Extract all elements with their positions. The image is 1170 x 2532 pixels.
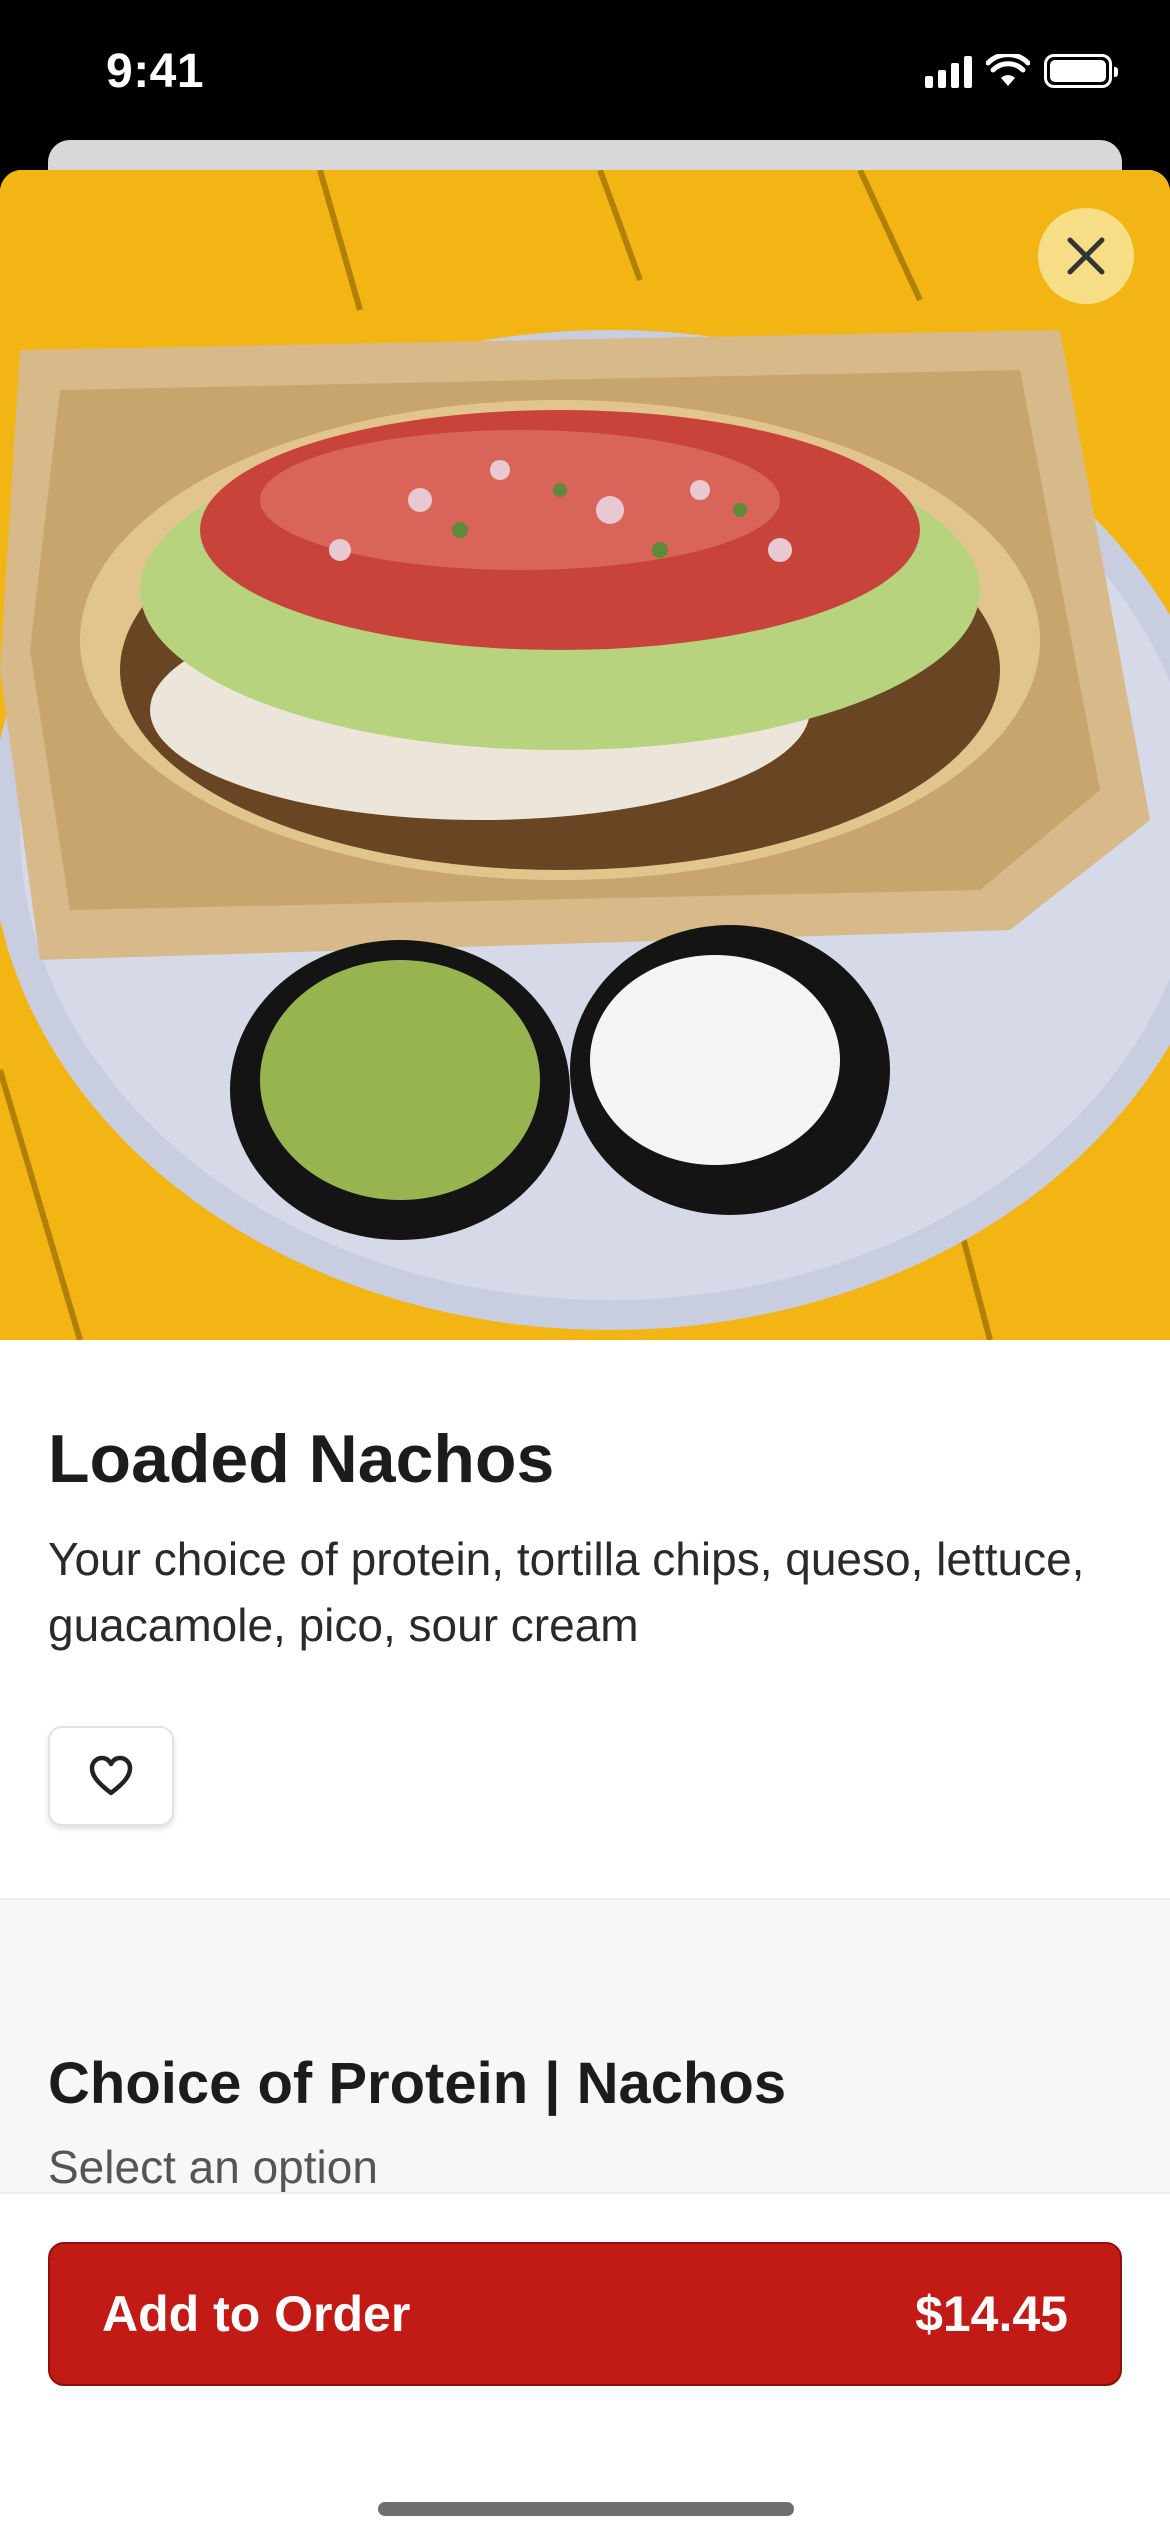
nachos-photo	[0, 170, 1170, 1340]
status-time: 9:41	[106, 45, 205, 98]
add-to-order-label: Add to Order	[102, 2286, 411, 2342]
status-icons	[925, 54, 1118, 88]
item-photo	[0, 170, 1170, 1340]
close-button[interactable]	[1038, 208, 1134, 304]
section-subtitle: Select an option	[48, 2141, 378, 2193]
favorite-button[interactable]	[48, 1726, 174, 1826]
home-indicator	[378, 2502, 794, 2516]
item-description: Your choice of protein, tortilla chips, …	[48, 1533, 1085, 1651]
wifi-icon	[986, 54, 1030, 86]
section-title: Choice of Protein | Nachos	[48, 2051, 787, 2116]
heart-icon	[89, 1755, 133, 1796]
add-to-order-button[interactable]: Add to Order $14.45	[48, 2242, 1122, 2386]
close-icon	[1067, 237, 1105, 275]
price-label: $14.45	[915, 2286, 1068, 2342]
item-title: Loaded Nachos	[48, 1421, 555, 1497]
bottom-bar: Add to Order $14.45	[0, 2192, 1170, 2532]
battery-icon	[1044, 54, 1118, 88]
item-detail-sheet: Loaded Nachos Your choice of protein, to…	[0, 170, 1170, 2532]
status-bar: 9:41	[0, 0, 1170, 145]
cellular-signal-icon	[925, 54, 972, 88]
